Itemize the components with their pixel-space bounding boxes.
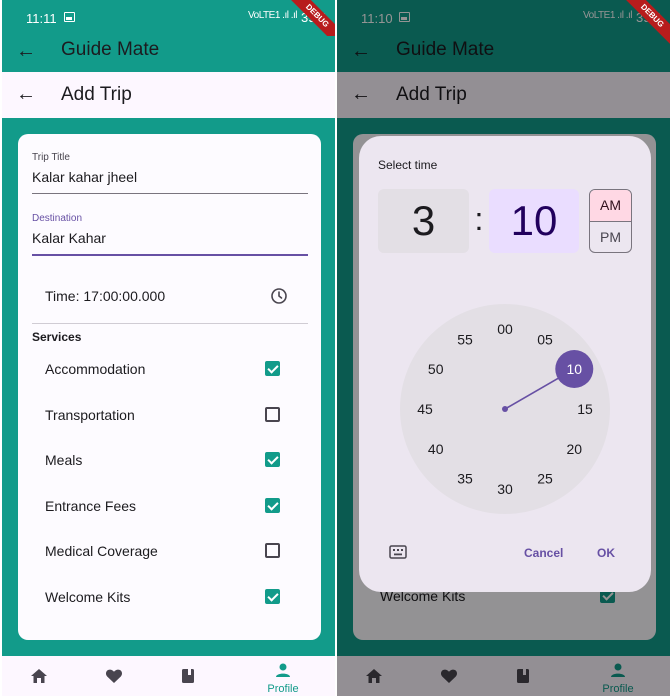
dial-number[interactable]: 20 <box>566 441 582 457</box>
home-icon <box>31 669 47 683</box>
service-name: Meals <box>45 452 83 468</box>
clock-dial[interactable]: 00 05 10 15 20 25 30 35 40 45 50 55 <box>400 304 610 514</box>
time-value: Time: 17:00:00.000 <box>45 288 166 304</box>
service-checkbox[interactable] <box>265 497 280 513</box>
bottom-navigation: Profile <box>2 656 335 696</box>
period-toggle: AM PM <box>589 189 632 253</box>
services-heading: Services <box>32 330 82 344</box>
heart-icon <box>105 669 123 683</box>
service-checkbox[interactable] <box>265 452 280 467</box>
trip-title-label: Trip Title <box>32 152 70 163</box>
service-checkbox[interactable] <box>265 361 280 376</box>
service-name: Entrance Fees <box>45 497 137 514</box>
app-title: Guide Mate <box>61 39 160 60</box>
dial-number[interactable]: 35 <box>457 470 473 486</box>
service-name: Medical Coverage <box>45 543 158 559</box>
status-bar: 11:11 VoLTE1 .ıl .ıl 39% DEBUG <box>2 0 335 50</box>
service-row[interactable]: Entrance Fees <box>18 491 321 521</box>
book-icon <box>182 669 194 683</box>
time-row[interactable]: Time: 17:00:00.000 <box>32 274 308 324</box>
minute-selector[interactable]: 10 <box>489 189 579 253</box>
dial-number[interactable]: 10 <box>566 361 582 377</box>
dial-number[interactable]: 45 <box>417 401 433 417</box>
page-title: Add Trip <box>61 84 132 105</box>
signal-indicator: VoLTE1 .ıl .ıl <box>248 10 297 21</box>
dial-number[interactable]: 05 <box>537 332 553 348</box>
destination-underline <box>32 254 308 256</box>
debug-banner: DEBUG <box>618 0 670 50</box>
page-header: ← Add Trip <box>2 72 335 118</box>
destination-label: Destination <box>32 213 83 224</box>
dial-number[interactable]: 00 <box>497 321 513 337</box>
add-trip-form-card: Trip Title Kalar kahar jheel Destination… <box>18 134 321 640</box>
app-bar: ← Guide Mate <box>2 36 335 72</box>
image-notification-icon <box>64 12 75 22</box>
service-row[interactable]: Transportation <box>18 400 321 430</box>
trip-title-value[interactable]: Kalar kahar jheel <box>32 169 308 185</box>
service-checkbox[interactable] <box>265 406 280 422</box>
service-checkbox[interactable] <box>265 588 280 604</box>
status-time: 11:11 <box>26 11 57 26</box>
service-name: Welcome Kits <box>45 588 131 605</box>
dial-number[interactable]: 55 <box>457 332 473 348</box>
am-button[interactable]: AM <box>590 190 631 222</box>
nav-profile-label: Profile <box>267 683 299 695</box>
destination-value[interactable]: Kalar Kahar <box>32 230 308 246</box>
time-separator: : <box>474 201 484 237</box>
cancel-button[interactable]: Cancel <box>524 546 563 560</box>
dial-center <box>502 406 508 412</box>
hour-selector[interactable]: 3 <box>378 189 469 253</box>
back-arrow-icon[interactable]: ← <box>16 40 36 63</box>
destination-field[interactable]: Destination Kalar Kahar <box>32 213 308 256</box>
service-checkbox[interactable] <box>265 543 280 558</box>
add-trip-screen: 11:11 VoLTE1 .ıl .ıl 39% DEBUG ← Guide M… <box>2 0 335 696</box>
time-picker-dialog: Select time 3 : 10 AM PM 00 05 10 15 20 25 30 3… <box>359 136 651 592</box>
ok-button[interactable]: OK <box>597 546 615 560</box>
dial-number[interactable]: 15 <box>577 401 593 417</box>
trip-title-underline <box>32 193 308 194</box>
dial-number[interactable]: 50 <box>428 361 444 377</box>
person-icon <box>276 663 290 677</box>
service-name: Transportation <box>45 406 135 423</box>
nav-bookings[interactable] <box>159 656 219 696</box>
dial-number[interactable]: 30 <box>497 481 513 497</box>
dial-number[interactable]: 25 <box>537 470 553 486</box>
time-picker-screen: 11:10 VoLTE1 .ıl .ıl 39% ← Guide Mate ← … <box>337 0 670 696</box>
dialog-title: Select time <box>378 158 438 172</box>
content-area: Trip Title Kalar kahar jheel Destination… <box>2 118 335 656</box>
clock-icon[interactable] <box>270 287 288 305</box>
trip-title-field[interactable]: Trip Title Kalar kahar jheel <box>32 152 308 194</box>
keyboard-icon[interactable] <box>389 545 407 559</box>
nav-home[interactable] <box>9 656 69 696</box>
pm-button[interactable]: PM <box>590 222 631 252</box>
nav-favorites[interactable] <box>84 656 144 696</box>
back-arrow-icon[interactable]: ← <box>16 83 36 106</box>
service-row[interactable]: Meals <box>18 445 321 475</box>
service-name: Accommodation <box>45 361 146 377</box>
nav-profile[interactable]: Profile <box>253 656 313 696</box>
service-row[interactable]: Medical Coverage <box>18 536 321 566</box>
service-row[interactable]: Accommodation <box>18 354 321 384</box>
service-row[interactable]: Welcome Kits <box>18 582 321 612</box>
dial-number[interactable]: 40 <box>428 441 444 457</box>
